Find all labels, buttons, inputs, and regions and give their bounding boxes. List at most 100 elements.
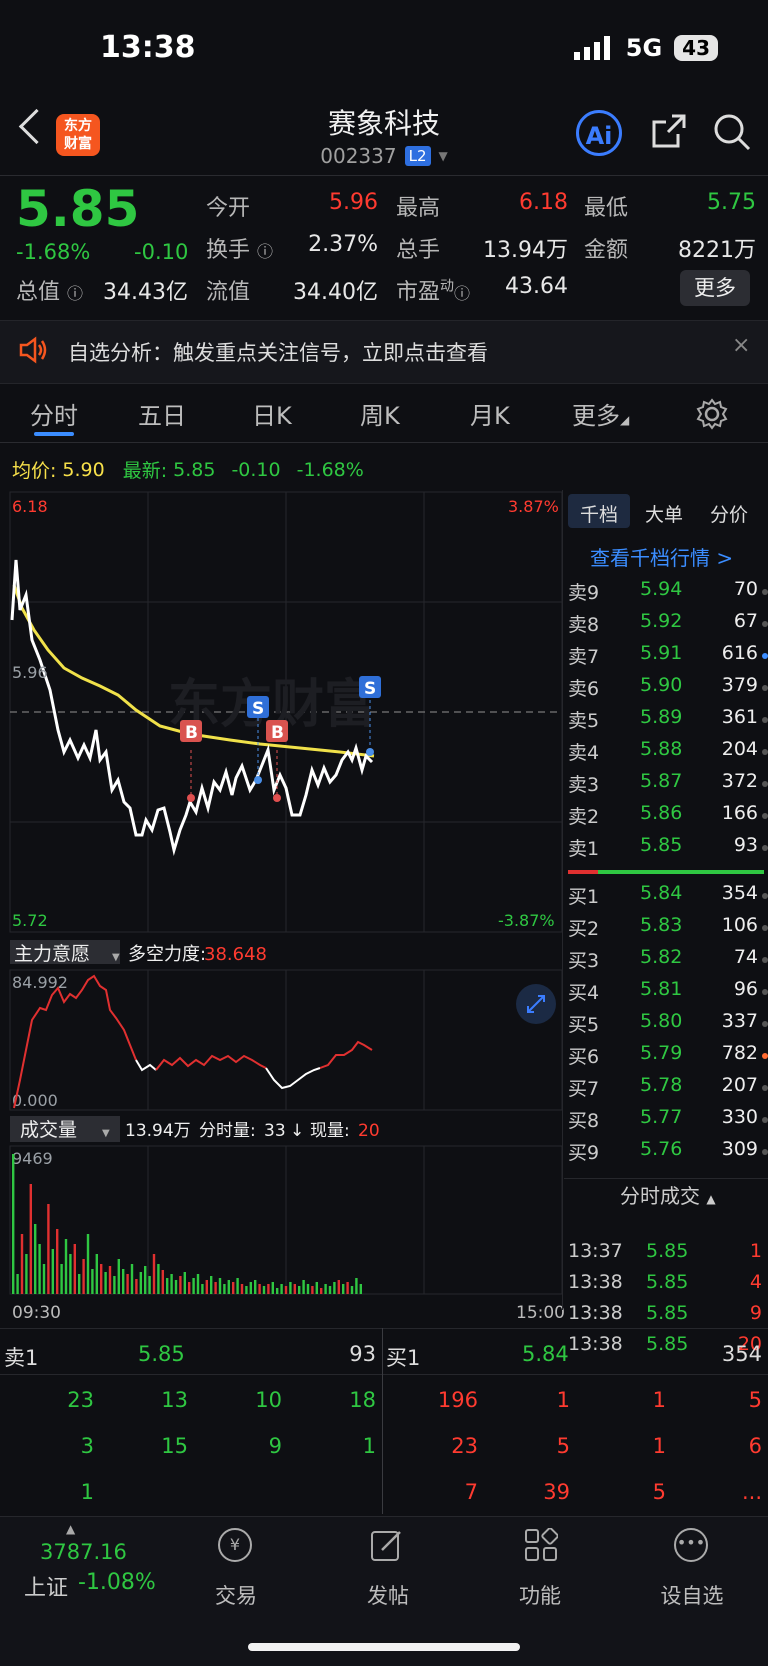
level-label: 卖9: [568, 582, 600, 604]
volume-bar: [328, 1286, 332, 1294]
divider: [0, 442, 768, 443]
ask-row[interactable]: 卖6 5.90 379: [568, 674, 768, 702]
sell-queue-cell: 13: [161, 1388, 188, 1412]
close-icon[interactable]: ×: [732, 333, 750, 358]
bid-row[interactable]: 买8 5.77 330: [568, 1106, 768, 1134]
y-axis-bottom: 5.72: [12, 911, 48, 930]
svg-text:↓: ↓: [290, 1121, 304, 1141]
ask-row[interactable]: 卖3 5.87 372: [568, 770, 768, 798]
volume-bar: [355, 1278, 358, 1294]
trade-icon[interactable]: ¥: [218, 1528, 252, 1562]
tab-level-depth[interactable]: 千档: [580, 500, 618, 527]
bid-row[interactable]: 买9 5.76 309: [568, 1138, 768, 1166]
volume-bar: [320, 1288, 323, 1294]
nav-functions[interactable]: 功能: [490, 1580, 590, 1610]
tab-daily-k[interactable]: 日K: [252, 396, 292, 431]
ask-row[interactable]: 卖2 5.86 166: [568, 802, 768, 830]
index-name[interactable]: 上证: [24, 1570, 68, 1602]
level-label: 卖3: [568, 774, 600, 796]
bid-row[interactable]: 买7 5.78 207: [568, 1074, 768, 1102]
pct-axis-bottom: -3.87%: [498, 911, 555, 930]
tab-big-orders[interactable]: 大单: [645, 500, 683, 527]
buy-queue-cell: 1: [652, 1434, 666, 1458]
nav-post[interactable]: 发帖: [338, 1580, 438, 1610]
pct-axis-top: 3.87%: [508, 497, 559, 516]
change-percent: -1.68%: [16, 240, 91, 264]
volume-bar: [91, 1269, 94, 1294]
signal-icon: [573, 36, 610, 60]
level-volume: 106: [721, 914, 758, 936]
force-value: 38.648: [204, 944, 267, 965]
ask-row[interactable]: 卖4 5.88 204: [568, 738, 768, 766]
level-price: 5.77: [640, 1106, 683, 1128]
volume-label: 总手: [396, 238, 441, 263]
buy-queue-cell: 1: [556, 1388, 570, 1412]
level-price: 5.88: [640, 738, 683, 760]
nav-add-watchlist[interactable]: 设自选: [642, 1580, 742, 1610]
more-dots-icon[interactable]: •••: [674, 1528, 708, 1562]
settings-gear-icon[interactable]: [696, 398, 728, 430]
sell-marker[interactable]: S: [247, 696, 269, 784]
share-icon[interactable]: [650, 112, 688, 150]
index-value[interactable]: 3787.16: [40, 1540, 127, 1564]
ai-assistant-button[interactable]: Ai: [576, 110, 622, 156]
apps-icon[interactable]: [524, 1528, 558, 1562]
volume-bar: [196, 1274, 200, 1294]
ask-row[interactable]: 卖8 5.92 67: [568, 610, 768, 638]
info-icon: ⓘ: [454, 284, 471, 303]
volume-bar: [258, 1284, 261, 1294]
level-volume: 204: [721, 738, 758, 760]
volume-selector: 成交量: [20, 1119, 77, 1141]
ask-row[interactable]: 卖7 5.91 616: [568, 642, 768, 670]
tab-five-day[interactable]: 五日: [138, 396, 186, 431]
info-icon: ⓘ: [257, 242, 274, 261]
level-volume: 361: [721, 706, 758, 728]
view-depth-link[interactable]: 查看千档行情 >: [590, 542, 733, 571]
level-dot: [762, 717, 768, 723]
sell-queue-cell: 1: [362, 1434, 376, 1458]
level-label: 卖7: [568, 646, 600, 668]
volume-bar: [214, 1282, 217, 1294]
index-pct[interactable]: -1.08%: [78, 1570, 156, 1595]
pe-value: 43.64: [505, 274, 568, 299]
more-button[interactable]: 更多: [680, 270, 750, 306]
ask-row[interactable]: 卖9 5.94 70: [568, 578, 768, 606]
tab-price-dist[interactable]: 分价: [710, 500, 748, 527]
float-cap-label: 流值: [206, 280, 251, 305]
ask-row[interactable]: 卖1 5.85 93: [568, 834, 768, 862]
search-icon[interactable]: [712, 112, 752, 152]
buy-queue-cell: 5: [748, 1388, 762, 1412]
tab-weekly-k[interactable]: 周K: [360, 396, 400, 431]
bid-row[interactable]: 买6 5.79 782: [568, 1042, 768, 1070]
bid-row[interactable]: 买2 5.83 106: [568, 914, 768, 942]
volume-bar: [34, 1224, 37, 1294]
tab-intraday[interactable]: 分时: [30, 396, 78, 431]
volume-bar: [227, 1280, 230, 1294]
bid-row[interactable]: 买5 5.80 337: [568, 1010, 768, 1038]
tab-more[interactable]: 更多◢: [572, 396, 629, 431]
volume-bar: [254, 1280, 257, 1294]
buy-queue-cell: 5: [556, 1434, 570, 1458]
tab-monthly-k[interactable]: 月K: [470, 396, 510, 431]
level-volume: 93: [733, 834, 758, 856]
active-tab-indicator: [34, 432, 74, 436]
post-icon[interactable]: [370, 1528, 404, 1562]
intraday-summary: 均价: 5.90 最新: 5.85 -0.10 -1.68%: [12, 458, 364, 483]
ask-row[interactable]: 卖5 5.89 361: [568, 706, 768, 734]
bid-row[interactable]: 买4 5.81 96: [568, 978, 768, 1006]
level-label: 卖1: [568, 838, 600, 860]
buy-queue-cell: 1: [652, 1388, 666, 1412]
bid-row[interactable]: 买3 5.82 74: [568, 946, 768, 974]
buy-marker[interactable]: B: [180, 720, 202, 802]
bid-row[interactable]: 买1 5.84 354: [568, 882, 768, 910]
level-dot: [762, 781, 768, 787]
level-price: 5.84: [640, 882, 683, 904]
svg-text:S: S: [252, 699, 264, 719]
volume-bar: [342, 1284, 345, 1294]
volume-bar: [95, 1254, 98, 1294]
nav-trade[interactable]: 交易: [186, 1580, 286, 1610]
level-price: 5.92: [640, 610, 683, 632]
trades-title[interactable]: 分时成交 ▲: [620, 1180, 716, 1209]
volume-bar: [293, 1284, 296, 1294]
level-dot: [762, 749, 768, 755]
